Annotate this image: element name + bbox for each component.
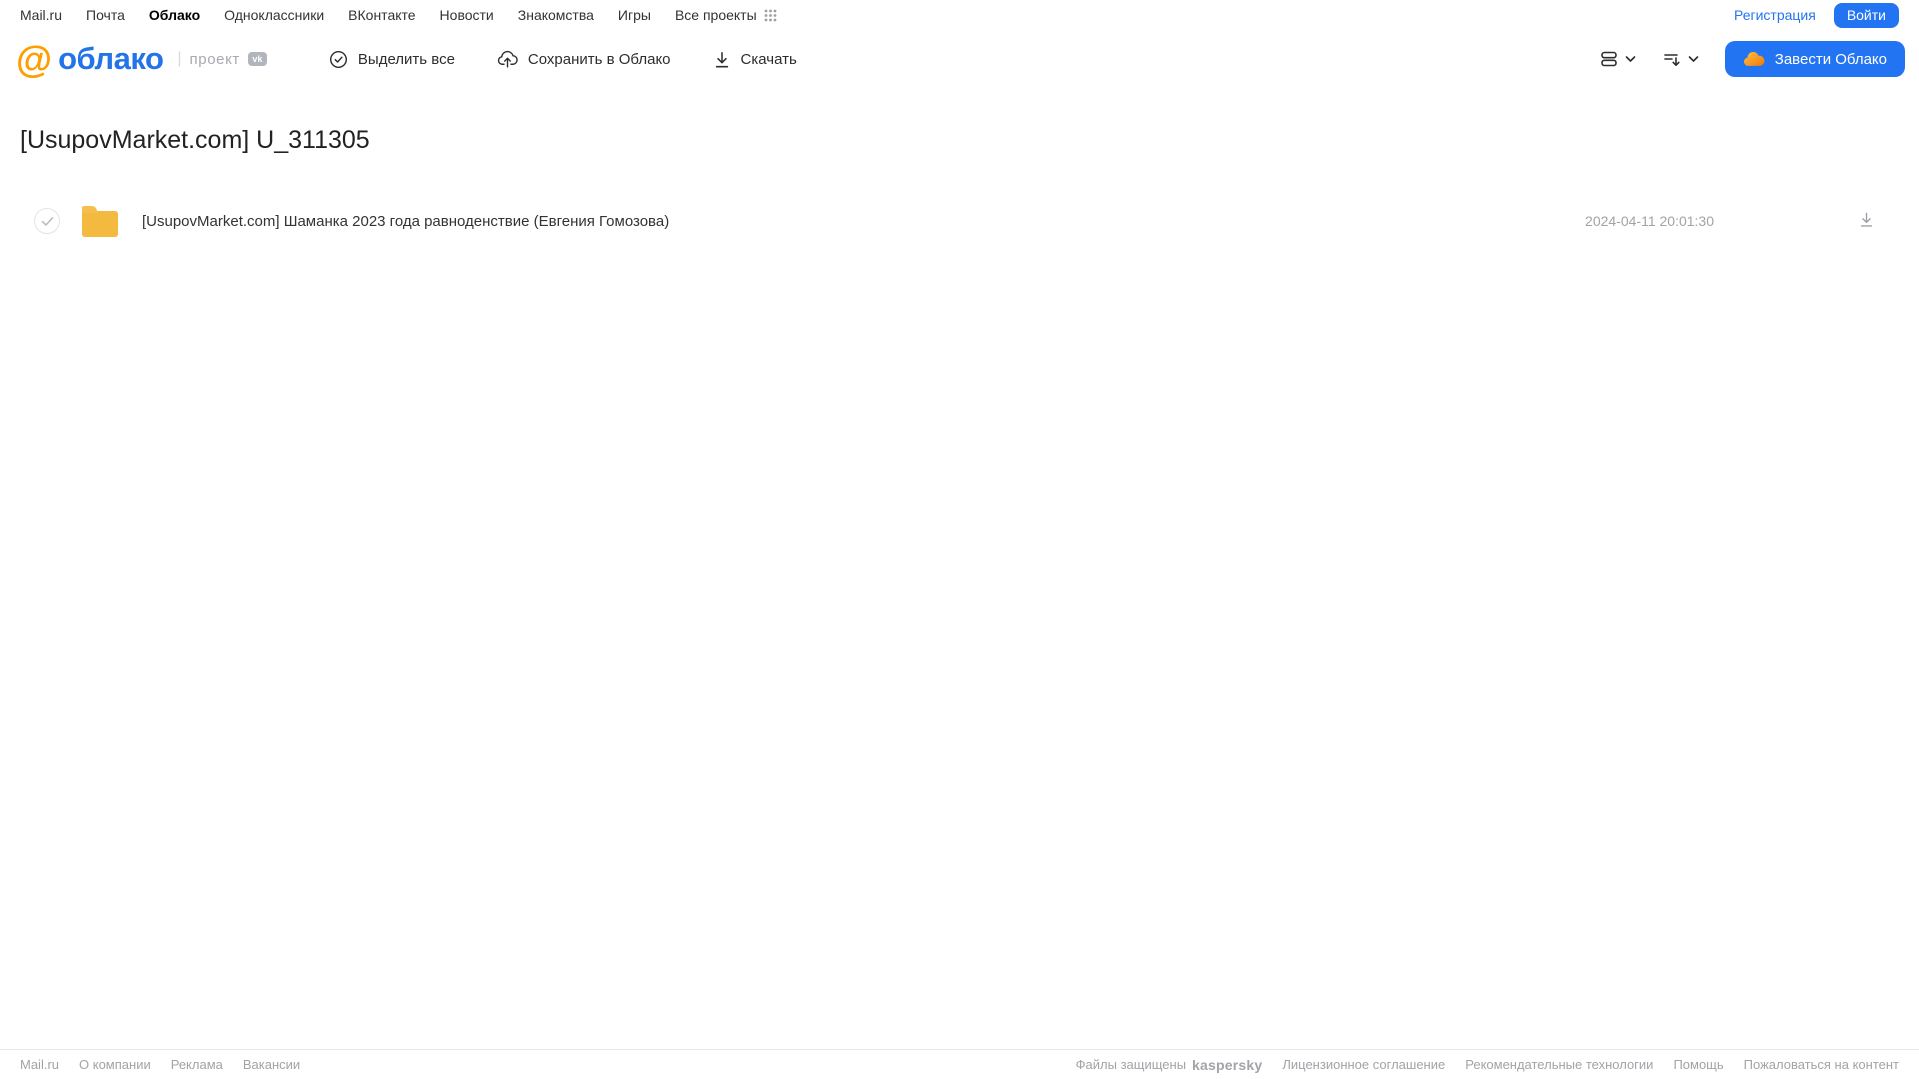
- topbar-link-odnoklassniki[interactable]: Одноклассники: [224, 7, 324, 23]
- topbar-link-vkontakte[interactable]: ВКонтакте: [348, 7, 415, 23]
- chevron-down-icon: [1625, 56, 1636, 62]
- save-to-cloud-button[interactable]: Сохранить в Облако: [497, 49, 671, 69]
- create-cloud-label: Завести Облако: [1774, 50, 1887, 68]
- save-to-cloud-label: Сохранить в Облако: [527, 50, 671, 68]
- kaspersky-protection: Файлы защищены kaspersky: [1076, 1057, 1263, 1073]
- login-button[interactable]: Войти: [1833, 2, 1899, 28]
- main-content: [UsupovMarket.com] U_311305 [UsupovMarke…: [0, 126, 1919, 243]
- file-toolbar: Выделить все Сохранить в Облако Скачать: [329, 49, 797, 69]
- app-header: @ облако | проект vk Выделить все Сохран…: [0, 30, 1919, 88]
- project-label: проект: [189, 50, 240, 68]
- footer-left-links: Mail.ru О компании Реклама Вакансии: [20, 1057, 300, 1072]
- file-download-button[interactable]: [1856, 209, 1877, 233]
- file-date: 2024-04-11 20:01:30: [1585, 213, 1714, 229]
- topbar-link-all-projects[interactable]: Все проекты: [675, 7, 777, 23]
- footer-link-ads[interactable]: Реклама: [171, 1057, 223, 1072]
- download-button[interactable]: Скачать: [713, 50, 797, 69]
- folder-icon: [82, 205, 118, 237]
- topbar-link-mail[interactable]: Почта: [86, 7, 125, 23]
- download-icon: [1860, 212, 1873, 227]
- page-title: [UsupovMarket.com] U_311305: [20, 126, 370, 154]
- footer-link-report-content[interactable]: Пожаловаться на контент: [1744, 1057, 1899, 1072]
- mailru-at-icon: @: [16, 38, 53, 80]
- cloud-upload-icon: [497, 50, 518, 68]
- check-icon: [41, 216, 53, 226]
- footer-link-license[interactable]: Лицензионное соглашение: [1282, 1057, 1445, 1072]
- topbar-link-cloud[interactable]: Облако: [149, 7, 200, 23]
- footer-link-recommendation-tech[interactable]: Рекомендательные технологии: [1465, 1057, 1653, 1072]
- logo-divider: |: [177, 50, 182, 67]
- page-footer: Mail.ru О компании Реклама Вакансии Файл…: [0, 1049, 1919, 1079]
- files-protected-label: Файлы защищены: [1075, 1057, 1187, 1072]
- vk-icon: vk: [247, 52, 267, 66]
- topbar-link-news[interactable]: Новости: [440, 7, 494, 23]
- footer-link-help[interactable]: Помощь: [1673, 1057, 1723, 1072]
- footer-link-about[interactable]: О компании: [79, 1057, 151, 1072]
- view-mode-dropdown[interactable]: [1599, 49, 1636, 69]
- list-view-icon: [1600, 51, 1617, 67]
- select-all-label: Выделить все: [357, 50, 455, 68]
- footer-right-links: Файлы защищены kaspersky Лицензионное со…: [1076, 1057, 1899, 1073]
- select-all-button[interactable]: Выделить все: [329, 50, 455, 69]
- registration-link[interactable]: Регистрация: [1734, 7, 1816, 23]
- apps-grid-icon: [764, 9, 777, 21]
- cloud-icon: [1743, 51, 1765, 66]
- check-circle-icon: [329, 50, 347, 68]
- cloud-logo-text: облако: [58, 41, 164, 76]
- sort-dropdown[interactable]: [1662, 49, 1699, 69]
- kaspersky-logo[interactable]: kaspersky: [1192, 1057, 1262, 1073]
- download-label: Скачать: [740, 50, 797, 68]
- download-icon: [715, 51, 728, 67]
- footer-link-jobs[interactable]: Вакансии: [243, 1057, 300, 1072]
- portal-topbar: Mail.ru Почта Облако Одноклассники ВКонт…: [0, 0, 1919, 30]
- create-cloud-button[interactable]: Завести Облако: [1724, 41, 1905, 77]
- topbar-link-games[interactable]: Игры: [618, 7, 651, 23]
- sort-icon: [1663, 54, 1680, 66]
- row-checkbox[interactable]: [34, 208, 60, 234]
- all-projects-label: Все проекты: [674, 7, 757, 23]
- topbar-link-dating[interactable]: Знакомства: [518, 7, 594, 23]
- project-vk-tag: | проект vk: [177, 50, 267, 68]
- chevron-down-icon: [1688, 56, 1699, 62]
- header-right-controls: Завести Облако: [1599, 41, 1905, 77]
- cloud-logo[interactable]: @ облако: [16, 38, 164, 80]
- file-name[interactable]: [UsupovMarket.com] Шаманка 2023 года рав…: [142, 213, 669, 230]
- file-row[interactable]: [UsupovMarket.com] Шаманка 2023 года рав…: [20, 199, 1899, 243]
- topbar-link-mailru[interactable]: Mail.ru: [20, 7, 62, 23]
- footer-link-mailru[interactable]: Mail.ru: [20, 1057, 59, 1072]
